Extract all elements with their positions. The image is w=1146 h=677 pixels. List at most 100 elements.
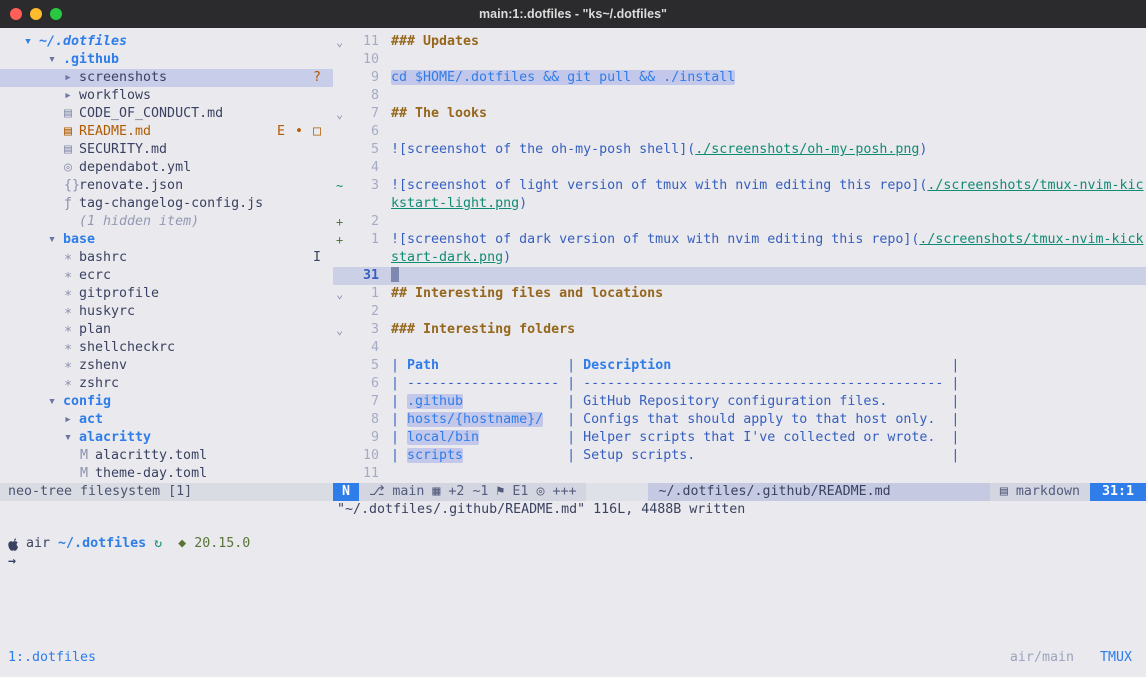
line-number: 4	[349, 159, 379, 177]
editor-line[interactable]: kstart-light.png)	[333, 195, 1146, 213]
line-number	[349, 249, 379, 267]
tree-item-label: theme-day.toml	[95, 465, 207, 483]
editor-line[interactable]: 9| local/bin | Helper scripts that I've …	[333, 429, 1146, 447]
line-number: 10	[349, 447, 379, 465]
code-segment: Description	[583, 358, 671, 373]
tree-item[interactable]: ƒtag-changelog-config.js	[0, 195, 333, 213]
minimize-button[interactable]	[30, 8, 42, 20]
editor-line[interactable]: 8	[333, 87, 1146, 105]
zoom-button[interactable]	[50, 8, 62, 20]
code-segment: kstart-light.png	[391, 196, 519, 211]
line-text	[379, 267, 1146, 285]
editor-line[interactable]: start-dark.png)	[333, 249, 1146, 267]
gutter-spacer	[333, 339, 349, 357]
editor-line[interactable]: +1![screenshot of dark version of tmux w…	[333, 231, 1146, 249]
chevron-down-icon: ▾	[24, 33, 39, 51]
node-version: 20.15.0	[194, 535, 250, 553]
editor-line[interactable]: +2	[333, 213, 1146, 231]
tree-item-label: screenshots	[79, 69, 167, 87]
tree-item[interactable]: ∗huskyrc	[0, 303, 333, 321]
editor-line[interactable]: ⌄7## The looks	[333, 105, 1146, 123]
line-number: 2	[349, 303, 379, 321]
status-badge: •	[295, 123, 303, 141]
tree-item[interactable]: ▸screenshots?	[0, 69, 333, 87]
tree-item[interactable]: (1 hidden item)	[0, 213, 333, 231]
tree-item-label: .github	[63, 51, 119, 69]
line-text: ![screenshot of the oh-my-posh shell](./…	[379, 141, 1146, 159]
editor-line[interactable]: 4	[333, 339, 1146, 357]
tree-item[interactable]: ▸act	[0, 411, 333, 429]
tree-item[interactable]: ∗plan	[0, 321, 333, 339]
code-segment: scripts	[407, 448, 463, 463]
tmux-statusbar: 1:.dotfiles air/main TMUX	[0, 648, 1146, 667]
editor-line[interactable]: ~3![screenshot of light version of tmux …	[333, 177, 1146, 195]
tree-item[interactable]: ▾~/.dotfiles	[0, 33, 333, 51]
line-text: cd $HOME/.dotfiles && git pull && ./inst…	[379, 69, 1146, 87]
tree-item-label: act	[79, 411, 103, 429]
code-segment	[439, 358, 567, 373]
tree-item-label: CODE_OF_CONDUCT.md	[79, 105, 223, 123]
editor-pane: ⌄11### Updates109cd $HOME/.dotfiles && g…	[333, 28, 1146, 501]
shell-input-line[interactable]: →	[0, 553, 1146, 571]
cursor-block	[391, 267, 399, 282]
editor-line[interactable]: 11	[333, 465, 1146, 483]
tree-item[interactable]: ∗zshenv	[0, 357, 333, 375]
tmux-window-label[interactable]: 1:.dotfiles	[0, 649, 96, 667]
editor-line[interactable]: 6	[333, 123, 1146, 141]
chevron-right-icon: ▸	[64, 87, 79, 105]
editor-line[interactable]: 5| Path | Description |	[333, 357, 1146, 375]
editor-line[interactable]: 5![screenshot of the oh-my-posh shell](.…	[333, 141, 1146, 159]
tree-item[interactable]: ▾.github	[0, 51, 333, 69]
tree-item[interactable]: Malacritty.toml	[0, 447, 333, 465]
line-text: | Path | Description |	[379, 357, 1146, 375]
code-segment: ## Interesting files and locations	[391, 286, 663, 301]
file-icon: M	[80, 465, 95, 483]
tree-item[interactable]: ∗zshrc	[0, 375, 333, 393]
tmux-right: air/main TMUX	[1010, 649, 1146, 667]
code-segment: ![screenshot of dark version of tmux wit…	[391, 232, 919, 247]
tree-item[interactable]: ∗shellcheckrc	[0, 339, 333, 357]
line-text	[379, 465, 1146, 483]
tree-item[interactable]: ▾base	[0, 231, 333, 249]
editor-line[interactable]: 10| scripts | Setup scripts. |	[333, 447, 1146, 465]
tree-item[interactable]: ▾config	[0, 393, 333, 411]
tree-item[interactable]: Mtheme-day.toml	[0, 465, 333, 483]
close-button[interactable]	[10, 8, 22, 20]
tree-rows: ▾~/.dotfiles▾.github▸screenshots?▸workfl…	[0, 33, 333, 483]
editor-line[interactable]: 7| .github | GitHub Repository configura…	[333, 393, 1146, 411]
editor-line[interactable]: ⌄3### Interesting folders	[333, 321, 1146, 339]
tree-item[interactable]: ∗bashrcI	[0, 249, 333, 267]
tree-item[interactable]: ▤CODE_OF_CONDUCT.md	[0, 105, 333, 123]
fold-icon: ⌄	[333, 33, 349, 51]
tree-item-badges: E•□	[277, 123, 333, 141]
editor-cursor-line[interactable]: 31	[333, 267, 1146, 285]
editor-line[interactable]: ⌄11### Updates	[333, 33, 1146, 51]
editor-line[interactable]: 8| hosts/{hostname}/ | Configs that shou…	[333, 411, 1146, 429]
file-icon: ∗	[64, 267, 79, 285]
code-segment: Path	[407, 358, 439, 373]
editor-line[interactable]: ⌄1## Interesting files and locations	[333, 285, 1146, 303]
tree-item[interactable]: ▸workflows	[0, 87, 333, 105]
tree-item[interactable]: {}renovate.json	[0, 177, 333, 195]
editor-line[interactable]: 4	[333, 159, 1146, 177]
editor-line[interactable]: 6| ------------------- | ---------------…	[333, 375, 1146, 393]
code-segment: |	[391, 394, 407, 409]
editor-line[interactable]: 9cd $HOME/.dotfiles && git pull && ./ins…	[333, 69, 1146, 87]
file-icon: ▤	[64, 105, 79, 123]
file-icon: ∗	[64, 249, 79, 267]
tree-item[interactable]: ▤SECURITY.md	[0, 141, 333, 159]
editor-line[interactable]: 10	[333, 51, 1146, 69]
tree-item[interactable]: ◎dependabot.yml	[0, 159, 333, 177]
editor-line[interactable]: 2	[333, 303, 1146, 321]
line-text: | .github | GitHub Repository configurat…	[379, 393, 1146, 411]
tree-item[interactable]: ∗gitprofile	[0, 285, 333, 303]
tree-item[interactable]: ∗ecrc	[0, 267, 333, 285]
tree-item-label: alacritty	[79, 429, 151, 447]
gutter-spacer	[333, 447, 349, 465]
line-number: 6	[349, 375, 379, 393]
tree-item[interactable]: ▾alacritty	[0, 429, 333, 447]
tree-item[interactable]: ▤README.mdE•□	[0, 123, 333, 141]
gutter-spacer	[333, 141, 349, 159]
tree-item-label: renovate.json	[79, 177, 183, 195]
gutter-spacer	[333, 303, 349, 321]
